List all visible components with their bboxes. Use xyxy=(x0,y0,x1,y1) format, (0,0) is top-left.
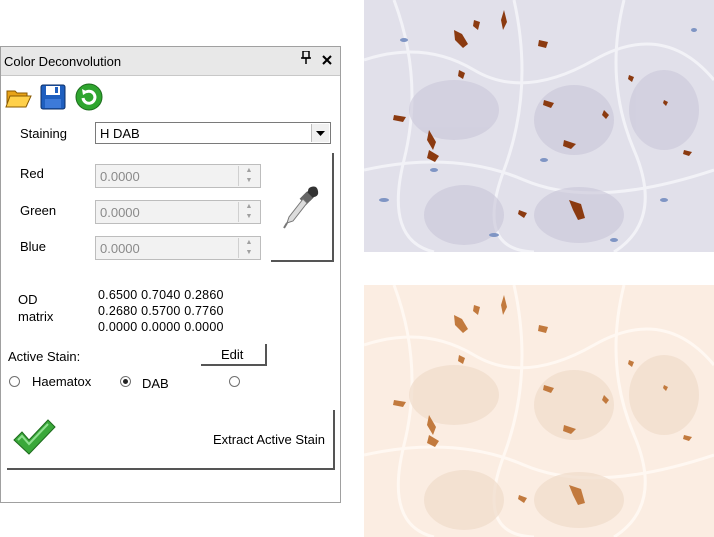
od-matrix-label-od: OD xyxy=(18,292,38,307)
green-spin-buttons[interactable]: ▲ ▼ xyxy=(238,202,259,222)
red-label: Red xyxy=(20,166,44,181)
extract-active-stain-label: Extract Active Stain xyxy=(213,432,325,447)
radio-selected-dot xyxy=(123,379,128,384)
eyedropper-icon xyxy=(283,186,319,229)
od-matrix-row: 0.0000 0.0000 0.0000 xyxy=(98,320,224,334)
checkmark-icon xyxy=(13,419,56,455)
staining-selected-value: H DAB xyxy=(100,126,140,141)
close-icon[interactable] xyxy=(322,52,332,68)
green-value: 0.0000 xyxy=(100,205,140,220)
spin-down-icon[interactable]: ▼ xyxy=(239,176,259,186)
blue-value: 0.0000 xyxy=(100,241,140,256)
red-spin-buttons[interactable]: ▲ ▼ xyxy=(238,166,259,186)
radio-dab-label[interactable]: DAB xyxy=(142,376,169,391)
spin-up-icon[interactable]: ▲ xyxy=(239,238,259,248)
staining-label: Staining xyxy=(20,126,67,141)
chevron-down-icon[interactable] xyxy=(311,124,329,142)
color-picker-button[interactable] xyxy=(271,153,334,262)
refresh-icon xyxy=(75,83,103,111)
panel-titlebar: Color Deconvolution xyxy=(1,47,340,76)
extract-active-stain-button[interactable]: Extract Active Stain xyxy=(7,410,335,470)
active-stain-label: Active Stain: xyxy=(8,349,81,364)
spin-up-icon[interactable]: ▲ xyxy=(239,202,259,212)
color-deconvolution-panel: Color Deconvolution Staining H DAB Red 0… xyxy=(0,46,341,503)
red-value: 0.0000 xyxy=(100,169,140,184)
panel-title: Color Deconvolution xyxy=(4,54,122,69)
blue-spinbox[interactable]: 0.0000 ▲ ▼ xyxy=(95,236,261,260)
blue-spin-buttons[interactable]: ▲ ▼ xyxy=(238,238,259,258)
staining-select[interactable]: H DAB xyxy=(95,122,331,144)
radio-haematox[interactable] xyxy=(9,376,20,387)
radio-dab[interactable] xyxy=(120,376,131,387)
folder-open-icon xyxy=(5,90,32,108)
refresh-button[interactable] xyxy=(75,83,103,111)
spin-down-icon[interactable]: ▼ xyxy=(239,212,259,222)
floppy-save-icon xyxy=(40,84,66,110)
green-label: Green xyxy=(20,203,57,218)
save-button[interactable] xyxy=(39,83,67,111)
edit-button-label: Edit xyxy=(221,347,244,362)
red-spinbox[interactable]: 0.0000 ▲ ▼ xyxy=(95,164,261,188)
pin-icon[interactable] xyxy=(301,50,311,67)
od-matrix-row: 0.6500 0.7040 0.2860 xyxy=(98,288,224,302)
radio-third-stain[interactable] xyxy=(229,376,240,387)
od-matrix-row: 0.2680 0.5700 0.7760 xyxy=(98,304,224,318)
green-spinbox[interactable]: 0.0000 ▲ ▼ xyxy=(95,200,261,224)
dab-channel-image xyxy=(364,285,714,537)
radio-haematox-label[interactable]: Haematox xyxy=(32,374,91,389)
blue-label: Blue xyxy=(20,239,47,254)
edit-button[interactable]: Edit xyxy=(201,344,267,366)
open-folder-button[interactable] xyxy=(5,83,33,111)
spin-down-icon[interactable]: ▼ xyxy=(239,248,259,258)
od-matrix-label-matrix: matrix xyxy=(18,309,54,324)
original-tissue-image xyxy=(364,0,714,252)
spin-up-icon[interactable]: ▲ xyxy=(239,166,259,176)
